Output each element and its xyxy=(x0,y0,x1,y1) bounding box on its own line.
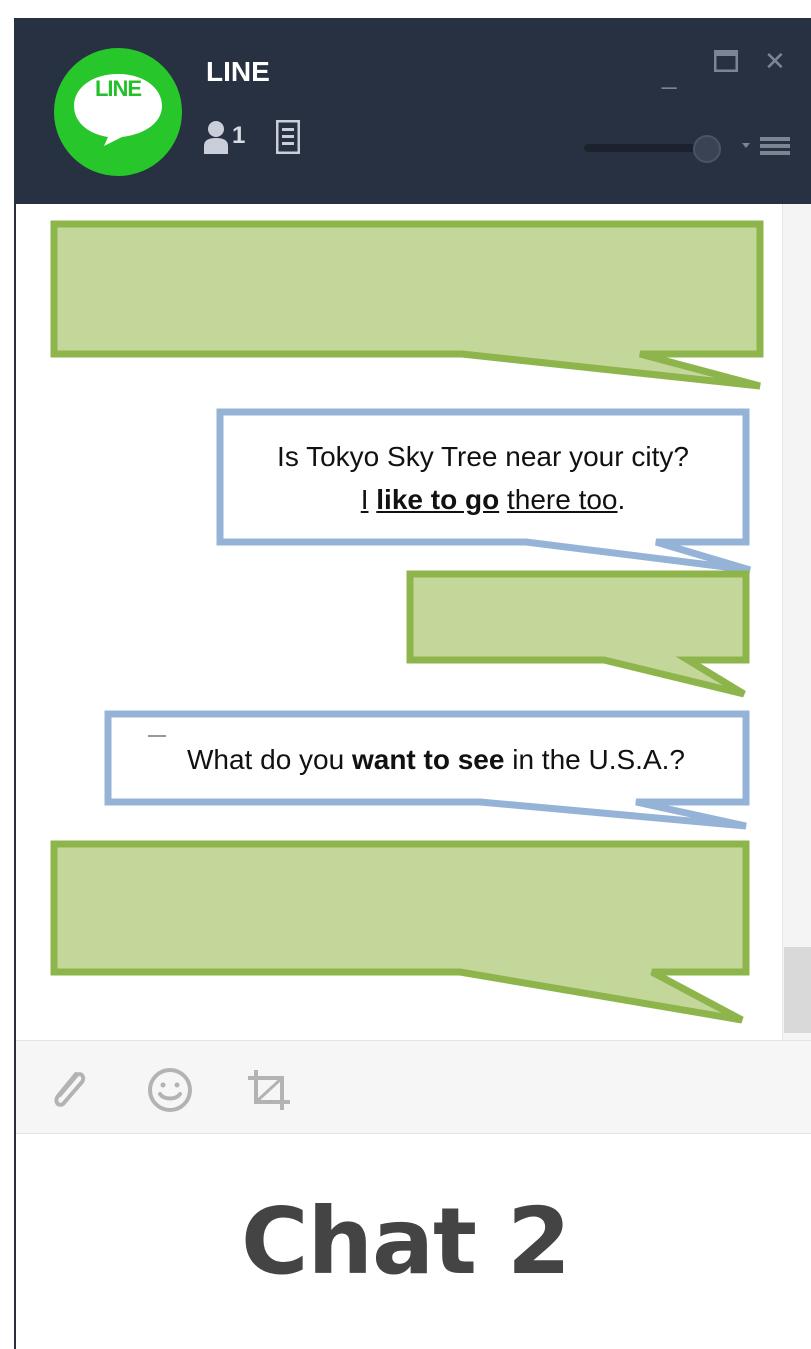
message-word: in the U.S.A.? xyxy=(512,744,685,775)
message-emphasis: like to go xyxy=(376,484,500,515)
paperclip-icon[interactable] xyxy=(46,1066,92,1112)
message-line: Is Tokyo Sky Tree near your city? xyxy=(277,441,689,472)
slide-caption: Chat 2 xyxy=(240,1188,571,1295)
input-toolbar xyxy=(16,1040,811,1134)
green-bubble-3 xyxy=(50,840,750,1024)
message-emphasis: want to see xyxy=(351,744,505,775)
message-word: I xyxy=(360,484,369,515)
message-text-2: What do you want to see in the U.S.A.? xyxy=(116,738,756,781)
green-bubble-1 xyxy=(50,220,764,390)
message-text-1: Is Tokyo Sky Tree near your city? I like… xyxy=(226,435,740,521)
green-bubble-2 xyxy=(406,570,750,698)
crop-icon[interactable] xyxy=(246,1066,294,1114)
message-word: What do you xyxy=(186,744,345,775)
message-punctuation: . xyxy=(617,484,626,515)
message-word: there too xyxy=(506,484,618,515)
smiley-icon[interactable] xyxy=(146,1066,194,1114)
message-line: I like to go there too. xyxy=(246,478,740,521)
